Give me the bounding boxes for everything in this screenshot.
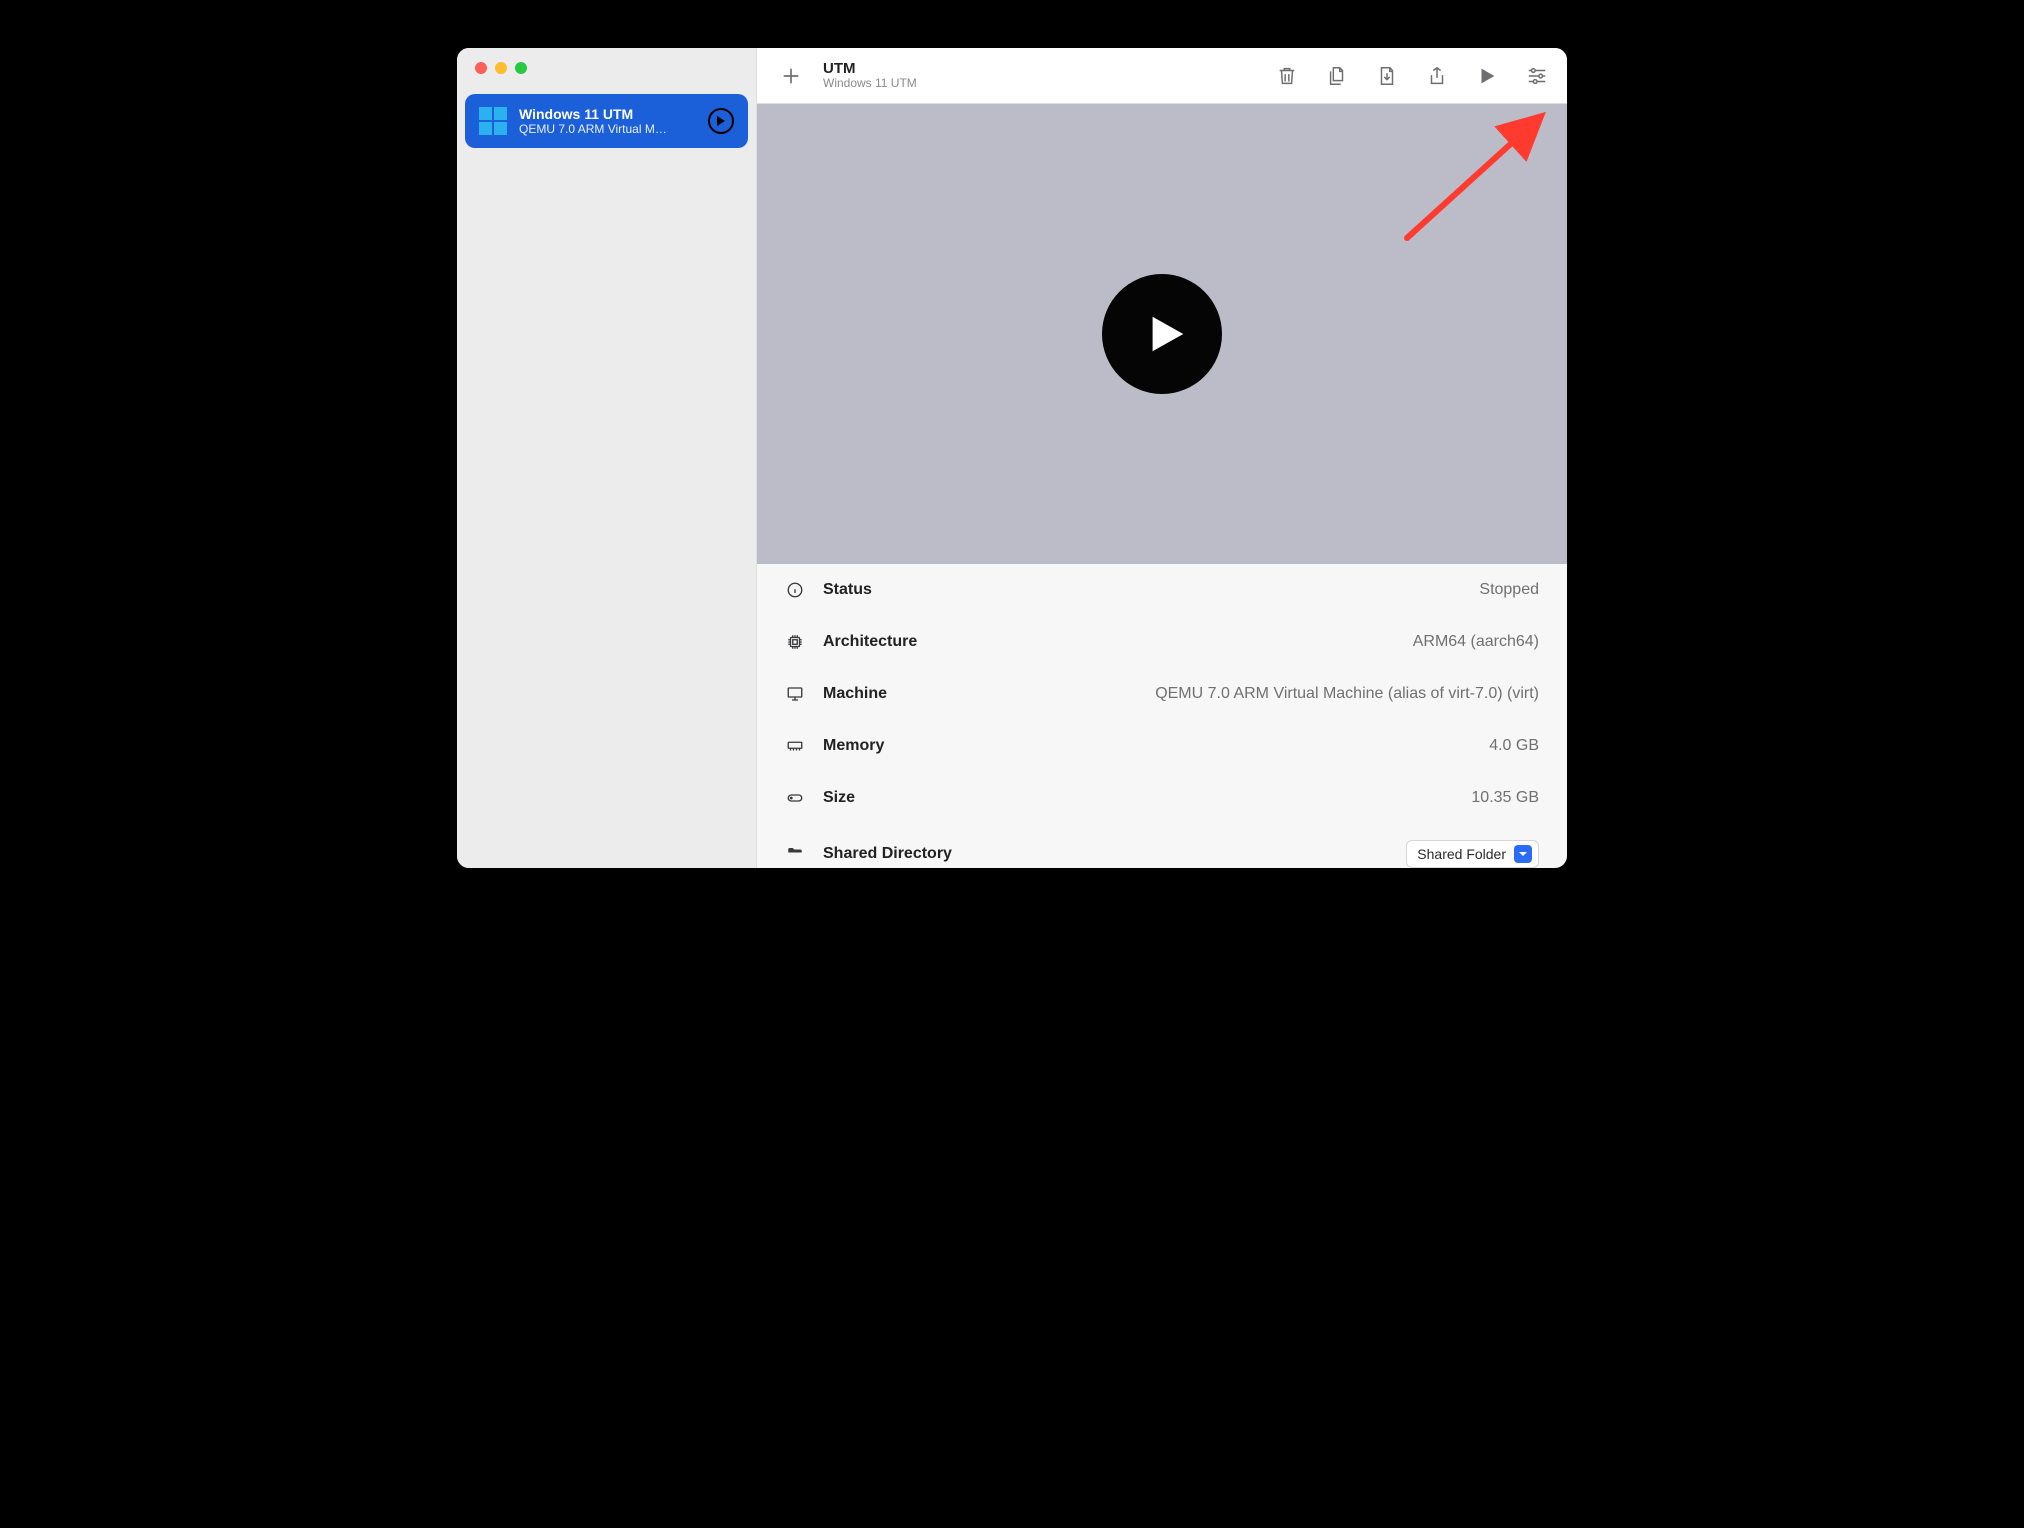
detail-row-size: Size 10.35 GB: [757, 772, 1567, 824]
shared-folder-label: Shared Folder: [1417, 846, 1506, 862]
sidebar-vm-play-button[interactable]: [708, 108, 734, 134]
detail-row-machine: Machine QEMU 7.0 ARM Virtual Machine (al…: [757, 668, 1567, 720]
memory-icon: [785, 736, 805, 756]
clone-button[interactable]: [1325, 64, 1349, 88]
chevron-down-icon: [1514, 845, 1532, 863]
detail-row-architecture: Architecture ARM64 (aarch64): [757, 616, 1567, 668]
detail-row-status: Status Stopped: [757, 564, 1567, 616]
detail-value: QEMU 7.0 ARM Virtual Machine (alias of v…: [1155, 685, 1539, 703]
app-window: Windows 11 UTM QEMU 7.0 ARM Virtual M… U…: [457, 48, 1567, 868]
info-icon: [785, 580, 805, 600]
preview-play-button[interactable]: [1102, 274, 1222, 394]
sidebar: Windows 11 UTM QEMU 7.0 ARM Virtual M…: [457, 48, 757, 868]
monitor-icon: [785, 684, 805, 704]
app-subtitle: Windows 11 UTM: [823, 77, 917, 91]
sidebar-vm-item[interactable]: Windows 11 UTM QEMU 7.0 ARM Virtual M…: [465, 94, 748, 148]
play-icon: [1143, 311, 1189, 357]
detail-value: 4.0 GB: [1489, 737, 1539, 755]
detail-value: Stopped: [1479, 581, 1539, 599]
import-button[interactable]: [1375, 64, 1399, 88]
settings-button[interactable]: [1525, 64, 1549, 88]
duplicate-document-icon: [1326, 65, 1348, 87]
toolbar-actions: [1275, 64, 1549, 88]
shared-folder-dropdown[interactable]: Shared Folder: [1406, 840, 1539, 868]
toolbar: UTM Windows 11 UTM: [757, 48, 1567, 104]
add-vm-button[interactable]: [775, 60, 807, 92]
run-button[interactable]: [1475, 64, 1499, 88]
detail-label: Status: [823, 581, 872, 599]
chip-icon: [785, 632, 805, 652]
zoom-window-button[interactable]: [515, 62, 527, 74]
share-icon: [1426, 65, 1448, 87]
detail-label: Shared Directory: [823, 845, 952, 863]
windows-logo-icon: [479, 107, 507, 135]
folder-icon: [785, 844, 805, 864]
trash-icon: [1276, 65, 1298, 87]
app-title: UTM: [823, 60, 917, 77]
detail-value: ARM64 (aarch64): [1413, 633, 1539, 651]
detail-label: Architecture: [823, 633, 917, 651]
document-download-icon: [1376, 65, 1398, 87]
toolbar-title: UTM Windows 11 UTM: [823, 60, 917, 91]
play-icon: [716, 116, 726, 126]
delete-button[interactable]: [1275, 64, 1299, 88]
main-panel: UTM Windows 11 UTM: [757, 48, 1567, 868]
disk-icon: [785, 788, 805, 808]
sidebar-vm-text: Windows 11 UTM QEMU 7.0 ARM Virtual M…: [519, 106, 696, 136]
detail-row-memory: Memory 4.0 GB: [757, 720, 1567, 772]
vm-preview: [757, 104, 1567, 564]
detail-label: Memory: [823, 737, 884, 755]
detail-row-shared-directory: Shared Directory Shared Folder: [757, 824, 1567, 868]
sliders-icon: [1526, 65, 1548, 87]
share-button[interactable]: [1425, 64, 1449, 88]
vm-details: Status Stopped Architecture ARM64 (aarch…: [757, 564, 1567, 868]
detail-label: Size: [823, 789, 855, 807]
minimize-window-button[interactable]: [495, 62, 507, 74]
sidebar-vm-name: Windows 11 UTM: [519, 106, 696, 122]
sidebar-vm-subtitle: QEMU 7.0 ARM Virtual M…: [519, 122, 696, 136]
detail-label: Machine: [823, 685, 887, 703]
window-controls: [457, 62, 756, 94]
play-icon: [1476, 65, 1498, 87]
plus-icon: [781, 66, 801, 86]
detail-value: 10.35 GB: [1471, 789, 1539, 807]
close-window-button[interactable]: [475, 62, 487, 74]
